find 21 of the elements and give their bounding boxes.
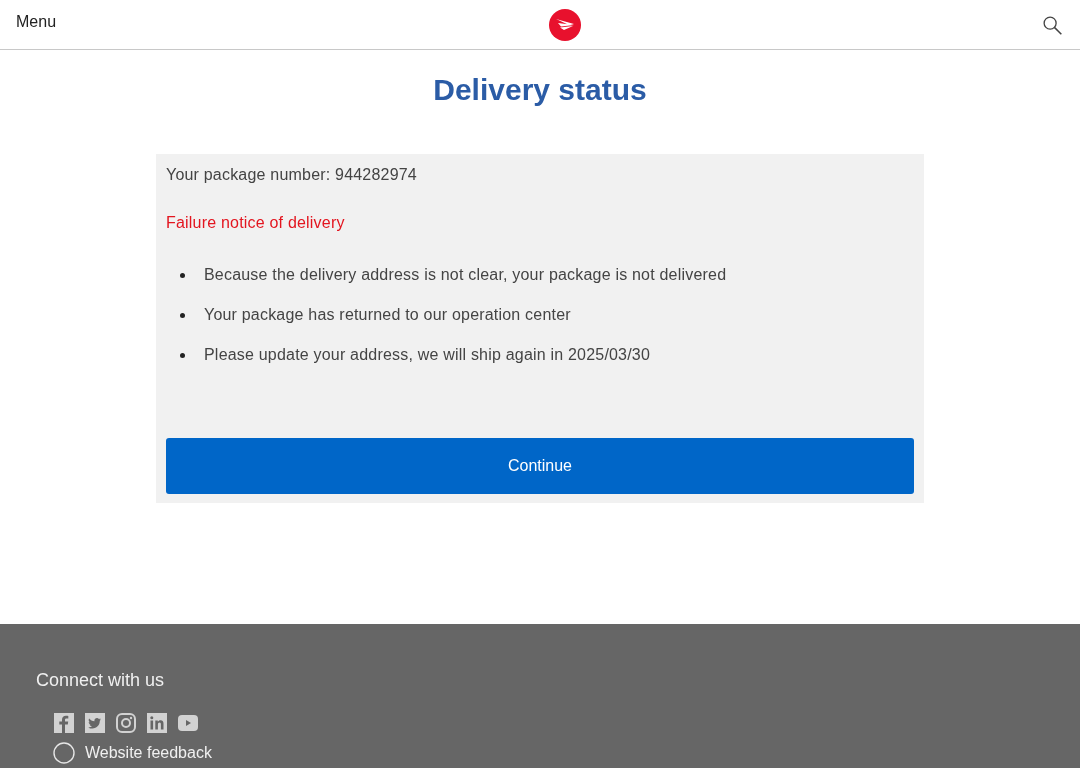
bullet-icon: [180, 352, 185, 358]
status-message: Please update your address, we will ship again in 2025/03/30: [204, 345, 651, 365]
package-number: Your package number: 944282974: [166, 165, 418, 185]
linkedin-icon[interactable]: [147, 713, 167, 733]
circle-logo-icon[interactable]: [548, 8, 581, 41]
circle-icon: [53, 742, 75, 764]
feedback-link[interactable]: Website feedback: [85, 743, 212, 763]
bullet-icon: [180, 272, 185, 278]
play-button-icon[interactable]: [178, 715, 198, 731]
menu-button[interactable]: Menu: [16, 12, 57, 32]
bird-icon[interactable]: [85, 713, 105, 733]
continue-button[interactable]: Continue: [166, 438, 914, 494]
status-message: Because the delivery address is not clear, your package is not delivered: [204, 265, 727, 285]
footer-heading: Connect with us: [36, 669, 166, 692]
search-icon[interactable]: [1043, 16, 1062, 35]
facebook-icon[interactable]: [54, 713, 74, 733]
failure-notice: Failure notice of delivery: [166, 213, 346, 233]
bullet-icon: [180, 312, 185, 318]
status-message: Your package has returned to our operation center: [204, 305, 571, 325]
camera-icon[interactable]: [116, 713, 136, 733]
page-title: Delivery status: [433, 72, 647, 108]
